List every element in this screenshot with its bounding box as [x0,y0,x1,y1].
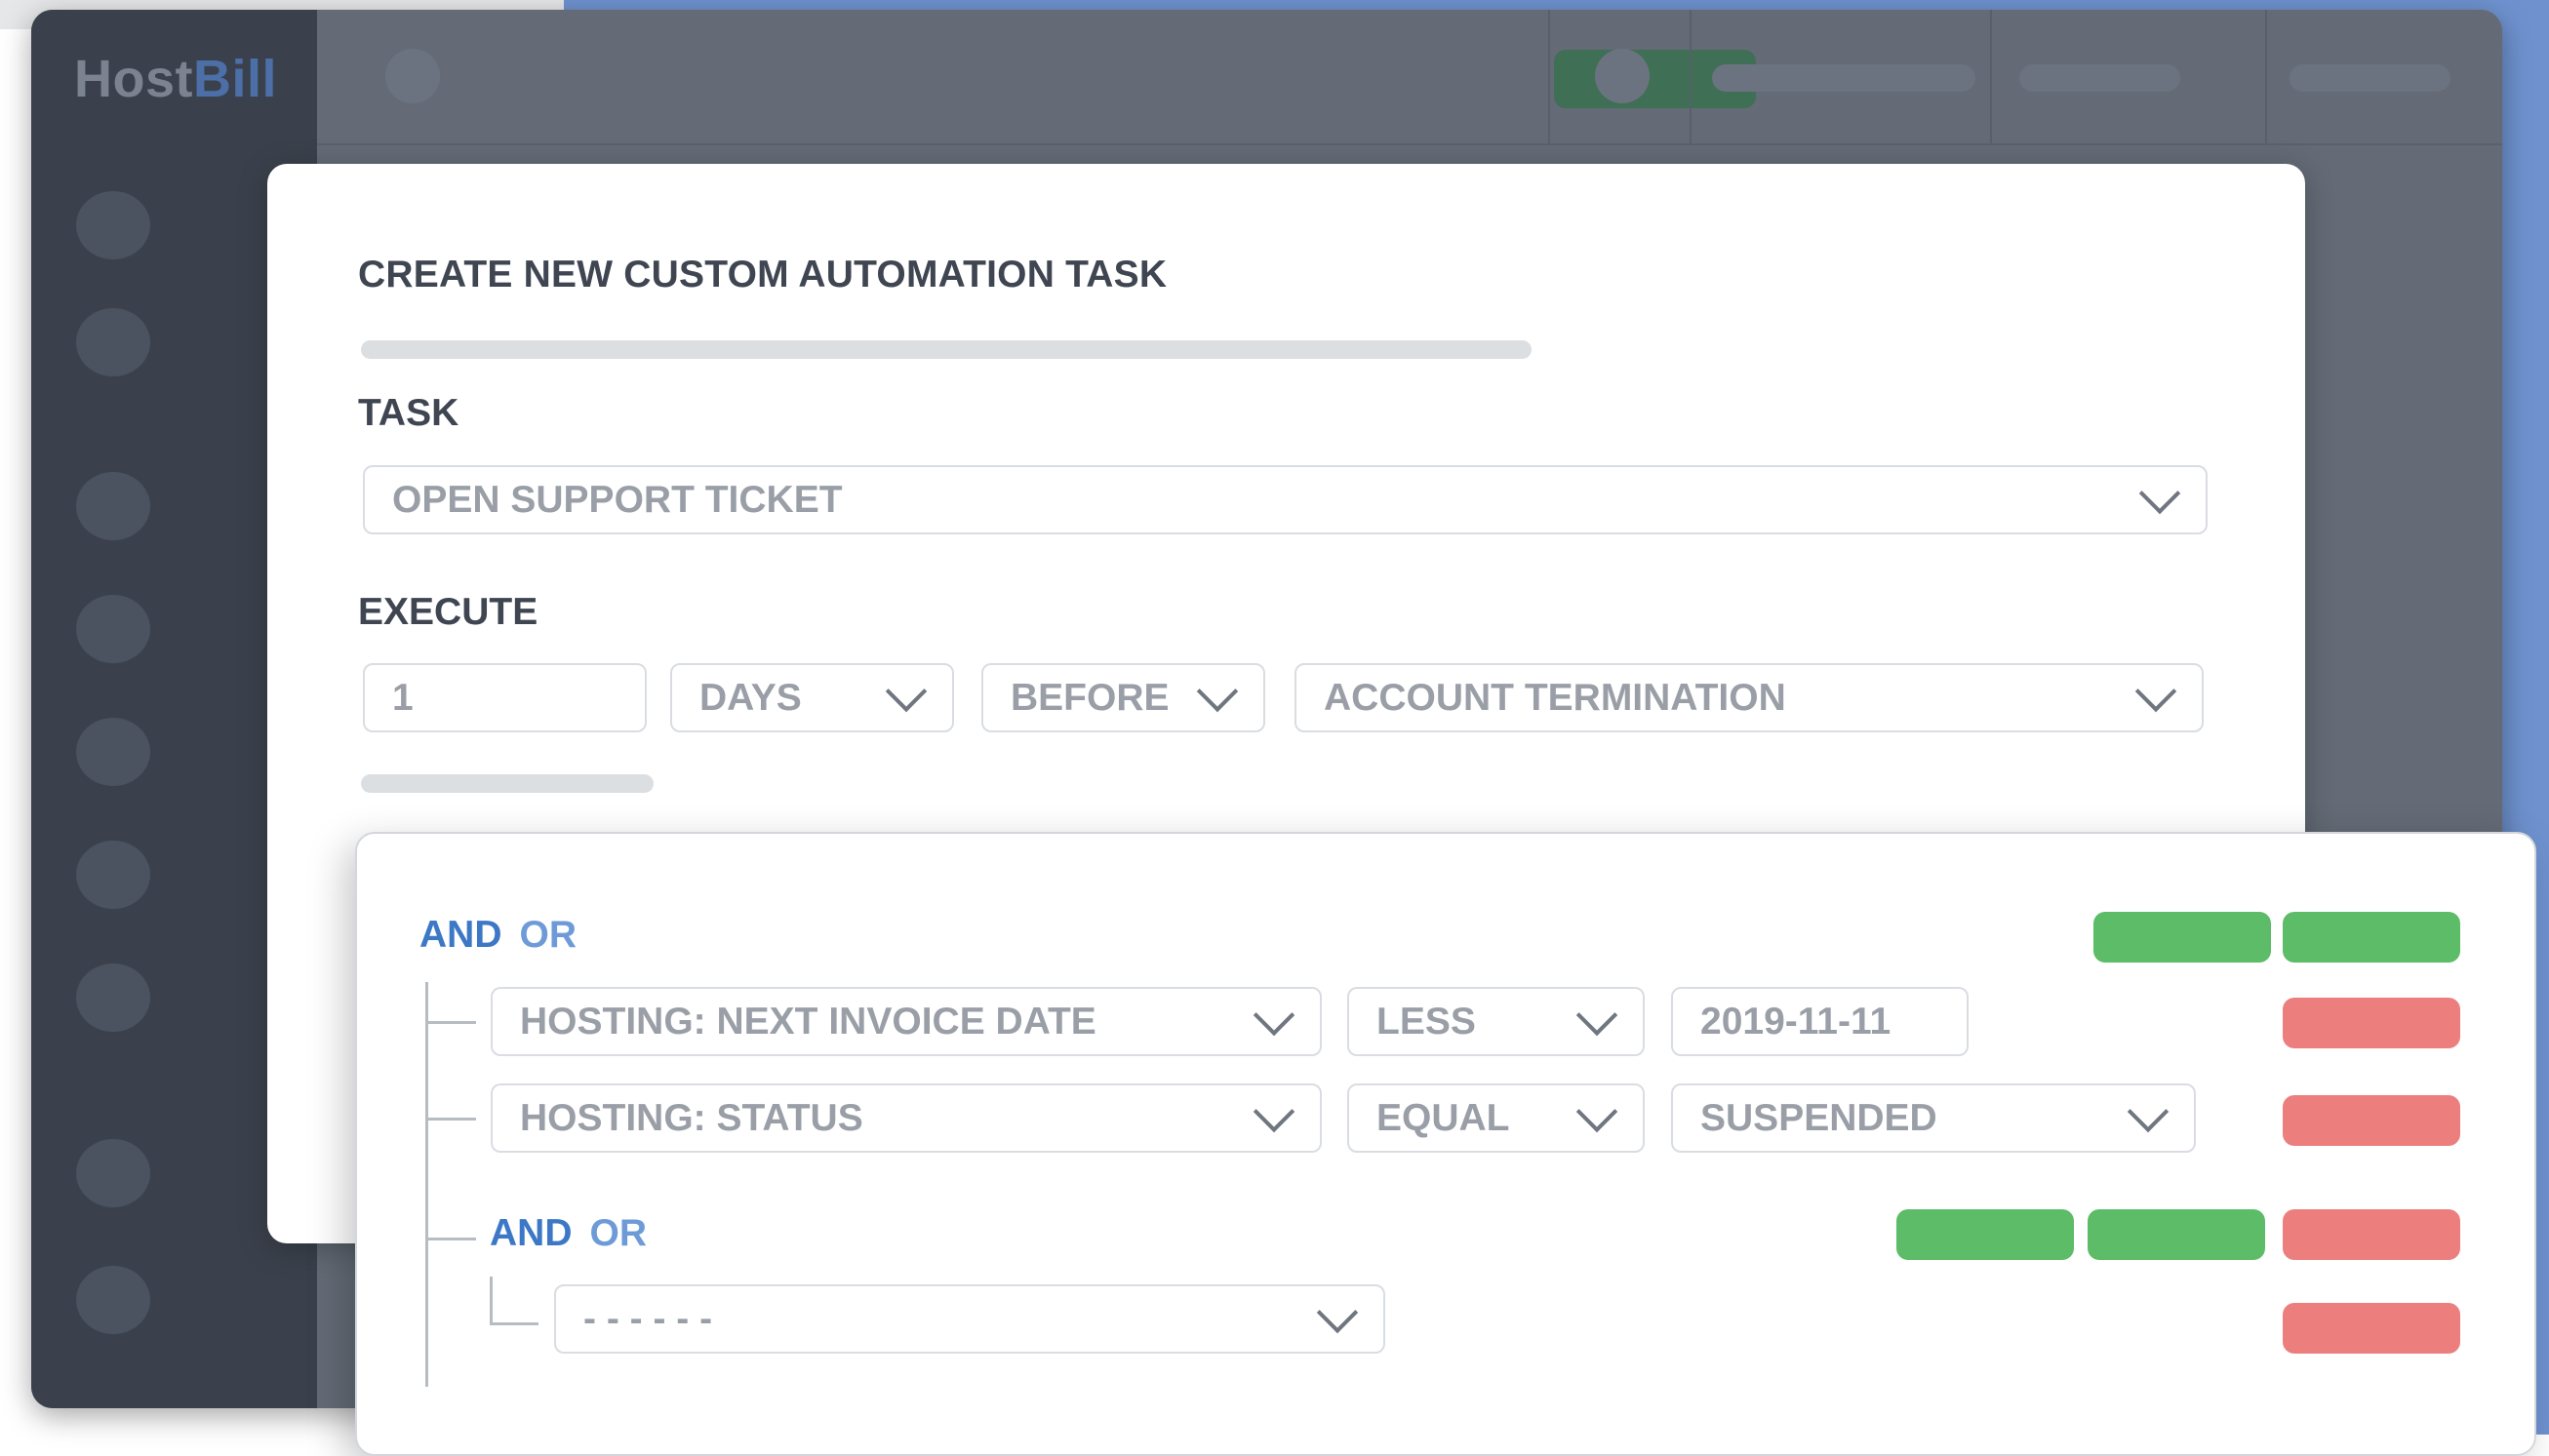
execute-event-select[interactable]: ACCOUNT TERMINATION [1294,663,2204,732]
task-select[interactable]: OPEN SUPPORT TICKET [363,465,2208,534]
loading-skeleton-bar [361,774,654,793]
chevron-down-icon [1316,1291,1359,1333]
or-toggle[interactable]: OR [520,914,578,956]
add-condition-button[interactable] [1896,1209,2074,1260]
sidebar-nav-icon[interactable] [76,841,150,909]
chevron-down-icon [2134,670,2177,712]
chevron-down-icon [885,670,928,712]
top-divider [1990,10,1992,143]
chevron-down-icon [1575,1090,1618,1132]
conditions-panel: AND OR HOSTING: NEXT INVOICE DATE LESS 20… [355,832,2536,1456]
tree-branch [490,1322,538,1325]
sidebar-nav-icon[interactable] [76,1266,150,1334]
tree-branch [425,1238,476,1240]
notification-icon[interactable] [1595,49,1650,103]
condition-value-text: SUSPENDED [1700,1096,1937,1139]
modal-title: CREATE NEW CUSTOM AUTOMATION TASK [358,254,1168,295]
sidebar-nav-icon[interactable] [76,718,150,786]
execute-amount-value: 1 [392,676,414,719]
loading-skeleton-bar [361,340,1532,359]
chevron-down-icon [1253,994,1295,1036]
tree-branch [425,1118,476,1121]
add-group-button[interactable] [2283,912,2460,963]
condition-operator-value: LESS [1376,1000,1476,1043]
root-logic-toggle: AND OR [419,914,577,957]
and-toggle[interactable]: AND [419,914,502,956]
subgroup-field-select[interactable]: - - - - - - [554,1284,1385,1354]
top-menu-item[interactable] [1712,64,1975,92]
condition-value-select[interactable]: SUSPENDED [1671,1083,2196,1153]
menu-toggle-icon[interactable] [385,49,440,103]
sidebar-nav-icon[interactable] [76,191,150,259]
execute-label: EXECUTE [358,591,538,633]
condition-operator-select[interactable]: LESS [1347,987,1645,1056]
sidebar-nav-icon[interactable] [76,1139,150,1207]
top-menu-item[interactable] [2290,64,2450,92]
remove-condition-button[interactable] [2283,1095,2460,1146]
sidebar-nav-icon[interactable] [76,595,150,663]
add-group-button[interactable] [2088,1209,2265,1260]
chevron-down-icon [2127,1090,2170,1132]
top-divider [1548,10,1550,143]
execute-event-value: ACCOUNT TERMINATION [1324,676,1786,719]
top-menu-item[interactable] [2019,64,2180,92]
subgroup-logic-toggle: AND OR [490,1212,647,1255]
chevron-down-icon [1196,670,1239,712]
or-toggle[interactable]: OR [590,1212,648,1254]
remove-condition-button[interactable] [2283,1303,2460,1354]
task-label: TASK [358,392,459,434]
top-divider [1690,10,1692,143]
condition-field-select[interactable]: HOSTING: STATUS [491,1083,1322,1153]
sidebar-nav-icon[interactable] [76,964,150,1032]
tree-branch [425,1021,476,1024]
add-condition-button[interactable] [2093,912,2271,963]
condition-operator-select[interactable]: EQUAL [1347,1083,1645,1153]
chevron-down-icon [1253,1090,1295,1132]
and-toggle[interactable]: AND [490,1212,573,1254]
execute-relation-select[interactable]: BEFORE [981,663,1265,732]
execute-unit-select[interactable]: DAYS [670,663,954,732]
chevron-down-icon [1575,994,1618,1036]
tree-line [490,1277,493,1325]
logo-host-text: Host [74,50,193,108]
chevron-down-icon [2138,472,2181,514]
subgroup-field-placeholder: - - - - - - [583,1297,713,1340]
condition-value-input[interactable]: 2019-11-11 [1671,987,1969,1056]
task-select-value: OPEN SUPPORT TICKET [392,478,843,521]
top-divider [2265,10,2267,143]
condition-operator-value: EQUAL [1376,1096,1510,1139]
condition-value-text: 2019-11-11 [1700,1000,1892,1043]
execute-amount-input[interactable]: 1 [363,663,647,732]
execute-unit-value: DAYS [699,676,802,719]
condition-field-value: HOSTING: NEXT INVOICE DATE [520,1000,1096,1043]
hostbill-logo[interactable]: HostBill [74,49,277,109]
tree-line [425,982,428,1387]
execute-relation-value: BEFORE [1011,676,1170,719]
top-bar [317,10,2502,145]
sidebar-nav-icon[interactable] [76,472,150,540]
remove-group-button[interactable] [2283,1209,2460,1260]
condition-field-value: HOSTING: STATUS [520,1096,863,1139]
remove-condition-button[interactable] [2283,998,2460,1048]
condition-field-select[interactable]: HOSTING: NEXT INVOICE DATE [491,987,1322,1056]
sidebar-nav-icon[interactable] [76,308,150,376]
logo-bill-text: Bill [193,50,278,108]
